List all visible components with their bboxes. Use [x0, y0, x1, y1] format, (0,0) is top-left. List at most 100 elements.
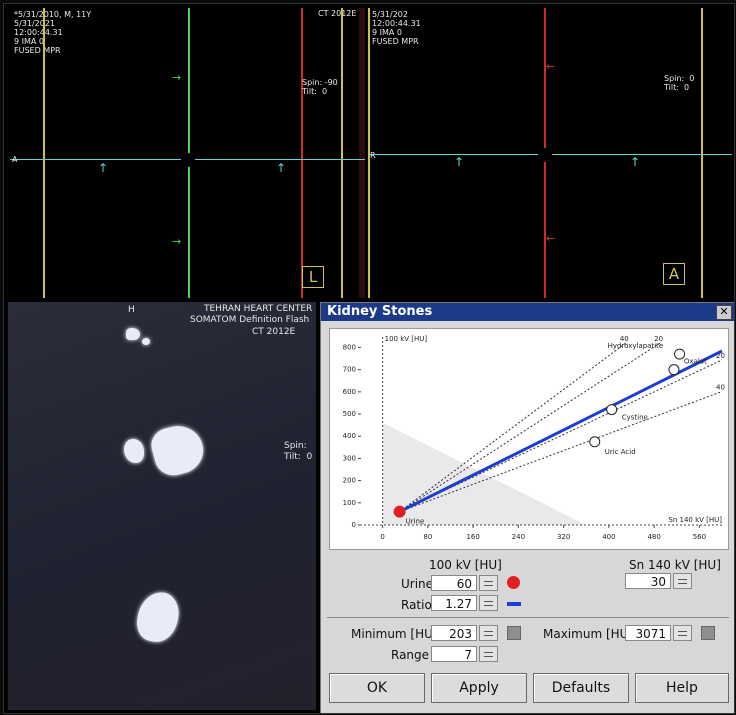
minimum-color-swatch[interactable] — [507, 626, 521, 640]
x-tick-label: 480 — [647, 533, 660, 541]
reference-line-label: 40 — [716, 383, 725, 391]
orientation-label-top: H — [128, 305, 135, 315]
ok-button[interactable]: OK — [329, 673, 425, 703]
info-line-4: FUSED MPR — [14, 46, 61, 55]
point-label: Hydroxylapatite — [608, 342, 664, 350]
col-header-100kv: 100 kV [HU] — [429, 558, 502, 572]
separator — [327, 617, 729, 618]
x-tick-label: 240 — [512, 533, 525, 541]
col-header-sn140kv: Sn 140 kV [HU] — [629, 558, 721, 572]
patient-date-line: *5/31/2010, M, 11Y — [14, 10, 92, 19]
y-tick-label: 200 — [343, 477, 356, 485]
y-tick-label: 0 — [352, 521, 356, 529]
info-line-3: 9 IMA 0 — [14, 37, 44, 46]
urine-100kv-field[interactable]: 60 — [431, 575, 477, 591]
point-label: Urine — [406, 518, 425, 526]
stone-lower — [133, 588, 183, 646]
orientation-label-left: A — [12, 155, 18, 164]
x-tick-label: 400 — [602, 533, 615, 541]
y-tick-label: 600 — [343, 388, 356, 396]
range-label: Range — [391, 648, 430, 662]
arrow-left-icon: ← — [546, 60, 556, 73]
y-tick-label: 400 — [343, 432, 356, 440]
point-urine — [393, 505, 406, 518]
help-button[interactable]: Help — [635, 673, 729, 703]
kidney-stones-dialog: Kidney Stones ✕ 0 100 200 300 400 500 600 700 80… — [320, 302, 734, 713]
y-axis-label: 100 kV [HU] — [385, 335, 428, 343]
scanner-name: SOMATOM Definition Flash — [190, 315, 310, 325]
dual-energy-plot: 0 100 200 300 400 500 600 700 800 0 80 160 240 320 400… — [329, 328, 729, 550]
urine-100kv-stepper[interactable] — [479, 575, 498, 591]
viewport-3d-stones[interactable]: H TEHRAN HEART CENTER SOMATOM Definition… — [8, 302, 316, 710]
point-marker — [589, 436, 601, 448]
defaults-button[interactable]: Defaults — [533, 673, 629, 703]
x-tick-label: 160 — [466, 533, 479, 541]
yellow-crossline[interactable] — [43, 8, 45, 298]
apply-button[interactable]: Apply — [431, 673, 527, 703]
info-line-1: 5/31/2021 — [14, 19, 56, 28]
yellow-crossline-2[interactable] — [701, 8, 703, 298]
spin-value: Spin: — [284, 441, 307, 451]
patient-date-line: 5/31/202 — [372, 10, 408, 19]
x-axis-label: Sn 140 kV [HU] — [668, 516, 722, 524]
y-tick-label: 300 — [343, 454, 356, 462]
arrow-left-icon: ← — [546, 232, 556, 245]
scanner-model: CT 2012E — [252, 327, 296, 337]
spin-value: Spin: -90 — [302, 78, 338, 87]
tilt-value: Tilt: 0 — [284, 452, 313, 462]
institution-name: TEHRAN HEART CENTER — [204, 304, 313, 314]
point-marker — [606, 404, 618, 416]
minimum-stepper[interactable] — [479, 625, 498, 641]
stone-small-1 — [126, 328, 140, 340]
ratio-field[interactable]: 1.27 — [431, 595, 477, 611]
ratio-stepper[interactable] — [479, 595, 498, 611]
maximum-color-swatch[interactable] — [701, 626, 715, 640]
arrow-right-icon: → — [172, 235, 182, 248]
panel-divider — [359, 8, 365, 298]
viewport-coronal[interactable]: *5/31/2010, M, 11Y 5/31/2021 12:00:44.31… — [10, 8, 365, 298]
crosshair-center[interactable] — [538, 148, 552, 162]
close-icon[interactable]: ✕ — [716, 305, 732, 320]
y-tick-label: 700 — [343, 366, 356, 374]
viewport-sagittal[interactable]: 5/31/202 12:00:44.31 9 IMA 0 FUSED MPR R… — [368, 8, 732, 298]
spin-value: Spin: 0 — [664, 74, 695, 83]
series-tag: CT 2012E — [318, 9, 357, 18]
yellow-crossline-2[interactable] — [341, 8, 343, 298]
minimum-field[interactable]: 203 — [431, 625, 477, 641]
reference-line — [399, 342, 661, 513]
maximum-field[interactable]: 3071 — [625, 625, 671, 641]
x-tick-label: 0 — [380, 533, 384, 541]
y-tick-label: 500 — [343, 410, 356, 418]
point-label: Cystine — [622, 414, 648, 422]
range-stepper[interactable] — [479, 646, 498, 662]
range-field[interactable]: 7 — [431, 646, 477, 662]
crosshair-center[interactable] — [181, 153, 195, 167]
minimum-label: Minimum [HU] — [351, 627, 438, 641]
stone-large — [147, 420, 209, 480]
ratio-line-icon — [507, 602, 521, 606]
orientation-box-A: A — [663, 263, 685, 285]
urine-sn140kv-field[interactable]: 30 — [625, 573, 671, 589]
x-tick-label: 80 — [423, 533, 432, 541]
urine-marker-icon — [507, 576, 520, 589]
y-tick-label: 100 — [343, 499, 356, 507]
x-tick-label: 320 — [557, 533, 570, 541]
info-line-2: 9 IMA 0 — [372, 28, 402, 37]
arrow-up-icon: ↑ — [630, 155, 641, 169]
point-label: Uric Acid — [605, 448, 636, 456]
stone-medium — [124, 439, 144, 463]
info-line-2: 12:00:44.31 — [14, 28, 63, 37]
info-line-3: FUSED MPR — [372, 37, 419, 46]
dual-energy-chart: 0 100 200 300 400 500 600 700 800 0 80 160 240 320 400… — [343, 335, 725, 541]
point-marker — [668, 364, 680, 376]
orientation-box-L: L — [302, 266, 324, 288]
dialog-title: Kidney Stones — [321, 303, 734, 321]
red-crossline[interactable] — [301, 8, 303, 298]
screenshot-frame: *5/31/2010, M, 11Y 5/31/2021 12:00:44.31… — [3, 3, 735, 714]
ratio-label: Ratio — [401, 598, 432, 612]
info-line-1: 12:00:44.31 — [372, 19, 421, 28]
stone-small-2 — [142, 338, 150, 345]
maximum-stepper[interactable] — [673, 625, 692, 641]
arrow-up-icon: ↑ — [276, 161, 287, 175]
urine-sn140kv-stepper[interactable] — [673, 573, 692, 589]
